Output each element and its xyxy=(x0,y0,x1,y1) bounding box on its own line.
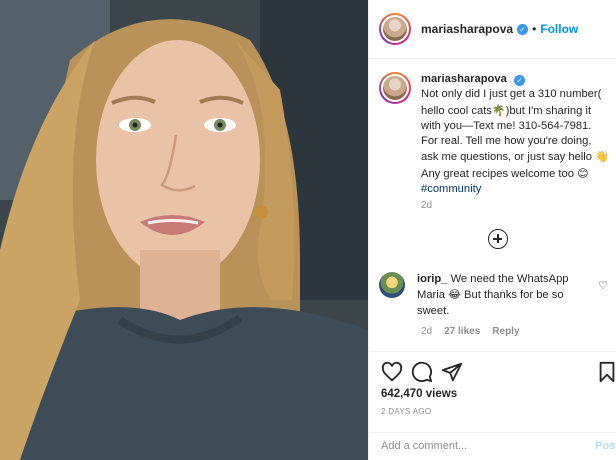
caption-username[interactable]: mariasharapova xyxy=(421,73,507,85)
caption-text: mariasharapova ✓ Not only did I just get… xyxy=(421,72,611,197)
caption-text-part: Any great recipes welcome too xyxy=(421,167,578,180)
plus-circle-icon[interactable] xyxy=(488,229,508,249)
laughing-face-icon: 😂 xyxy=(448,288,461,302)
comment-meta: 2d 27 likes Reply xyxy=(421,326,520,337)
follow-button[interactable]: Follow xyxy=(540,22,578,36)
hashtag-link[interactable]: #community xyxy=(421,182,611,197)
verified-badge-icon: ✓ xyxy=(517,23,529,35)
comment-text: iorip_ We need the WhatsApp Maria 😂 But … xyxy=(417,272,587,319)
palm-tree-icon: 🌴 xyxy=(491,103,506,117)
action-bar xyxy=(381,361,616,385)
post-date: 2 DAYS AGO xyxy=(381,407,432,416)
comment-input[interactable]: Add a comment... xyxy=(381,440,467,452)
comment-age: 2d xyxy=(421,326,433,337)
comment-likes[interactable]: 27 likes xyxy=(444,326,480,337)
post-video[interactable] xyxy=(0,0,368,460)
post-caption: mariasharapova ✓ Not only did I just get… xyxy=(379,72,615,197)
caption-author-avatar[interactable] xyxy=(379,72,411,104)
author-avatar[interactable] xyxy=(379,13,411,45)
author-username[interactable]: mariasharapova xyxy=(421,22,513,36)
separator-dot: • xyxy=(532,22,537,36)
divider xyxy=(369,432,616,433)
bookmark-icon[interactable] xyxy=(597,361,616,383)
waving-hand-icon: 👋 xyxy=(595,150,609,164)
commenter-username[interactable]: iorip_ xyxy=(417,273,447,285)
comment-icon[interactable] xyxy=(411,361,433,383)
smiling-face-icon: 😊 xyxy=(577,166,589,180)
post-details-panel: mariasharapova ✓ • Follow mariasharapova… xyxy=(368,0,616,460)
caption-age: 2d xyxy=(421,200,433,211)
post-header: mariasharapova ✓ • Follow xyxy=(369,0,616,59)
comment-item: iorip_ We need the WhatsApp Maria 😂 But … xyxy=(379,272,615,337)
commenter-avatar[interactable] xyxy=(379,272,405,298)
divider xyxy=(369,351,616,352)
share-icon[interactable] xyxy=(441,361,463,383)
comment-like-heart-icon[interactable]: ♡ xyxy=(598,279,608,292)
heart-icon[interactable] xyxy=(381,361,403,383)
video-frame-illustration xyxy=(0,0,368,460)
reply-button[interactable]: Reply xyxy=(492,326,519,337)
post-comment-button[interactable]: Post xyxy=(595,440,616,452)
view-count[interactable]: 642,470 views xyxy=(381,388,457,400)
verified-badge-icon: ✓ xyxy=(513,75,525,86)
